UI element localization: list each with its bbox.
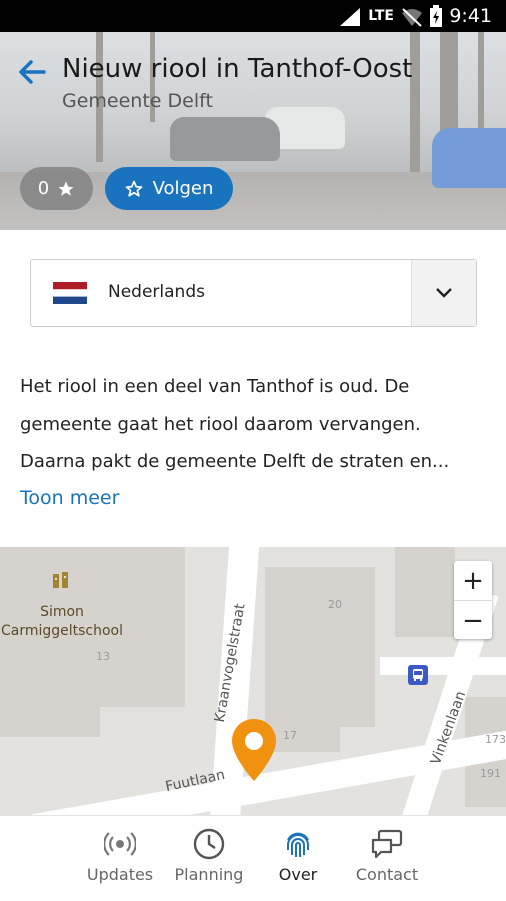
- nav-label: Planning: [174, 865, 244, 884]
- follow-button[interactable]: Volgen: [105, 167, 233, 210]
- nav-item-contact[interactable]: Contact: [342, 816, 432, 901]
- signal-icon: [340, 8, 360, 26]
- project-description: Het riool in een deel van Tanthof is oud…: [20, 376, 450, 472]
- wifi-off-icon: [402, 8, 422, 27]
- follow-label: Volgen: [152, 178, 214, 199]
- battery-icon: [430, 5, 442, 27]
- rating-count: 0: [37, 178, 50, 199]
- star-icon: [58, 181, 74, 196]
- house-number: 173: [485, 733, 506, 746]
- chevron-down-icon: [436, 288, 452, 298]
- nav-label: Updates: [86, 865, 154, 884]
- dutch-flag-icon: [53, 282, 87, 304]
- fingerprint-icon: [287, 832, 309, 857]
- page-title: Nieuw riool in Tanthof-Oost: [62, 54, 413, 84]
- chat-icon: [371, 829, 403, 859]
- show-more-link[interactable]: Toon meer: [20, 487, 119, 509]
- school-icon: [53, 572, 68, 588]
- map[interactable]: [0, 547, 506, 815]
- bottom-navigation: Updates Planning Over Contact: [0, 815, 506, 901]
- clock-icon: [193, 828, 225, 860]
- house-number: 13: [96, 650, 110, 663]
- nav-label: Contact: [355, 865, 419, 884]
- status-time: 9:41: [449, 5, 492, 27]
- status-bar: LTE 9:41: [0, 0, 506, 32]
- house-number: 20: [328, 598, 342, 611]
- back-arrow-icon[interactable]: [16, 56, 48, 88]
- house-number: 17: [283, 729, 297, 742]
- language-dropdown-toggle[interactable]: [411, 260, 476, 326]
- nav-item-planning[interactable]: Planning: [164, 816, 254, 901]
- map-zoom-control: + −: [454, 561, 492, 639]
- map-school-label: Simon Carmiggeltschool: [0, 604, 124, 639]
- nav-item-updates[interactable]: Updates: [75, 816, 165, 901]
- zoom-in-button[interactable]: +: [454, 561, 492, 601]
- location-marker-icon[interactable]: [230, 717, 278, 783]
- zoom-out-button[interactable]: −: [454, 601, 492, 640]
- star-outline-icon: [125, 180, 142, 197]
- house-number: 191: [480, 767, 501, 780]
- language-select[interactable]: Nederlands: [30, 259, 477, 327]
- rating-button[interactable]: 0: [20, 167, 93, 210]
- network-type: LTE: [368, 8, 394, 24]
- nav-item-over[interactable]: Over: [253, 816, 343, 901]
- page-subtitle: Gemeente Delft: [62, 90, 213, 112]
- broadcast-icon: [104, 832, 136, 856]
- nav-label: Over: [278, 865, 318, 884]
- bus-stop-icon: [408, 665, 428, 685]
- language-label: Nederlands: [108, 282, 205, 302]
